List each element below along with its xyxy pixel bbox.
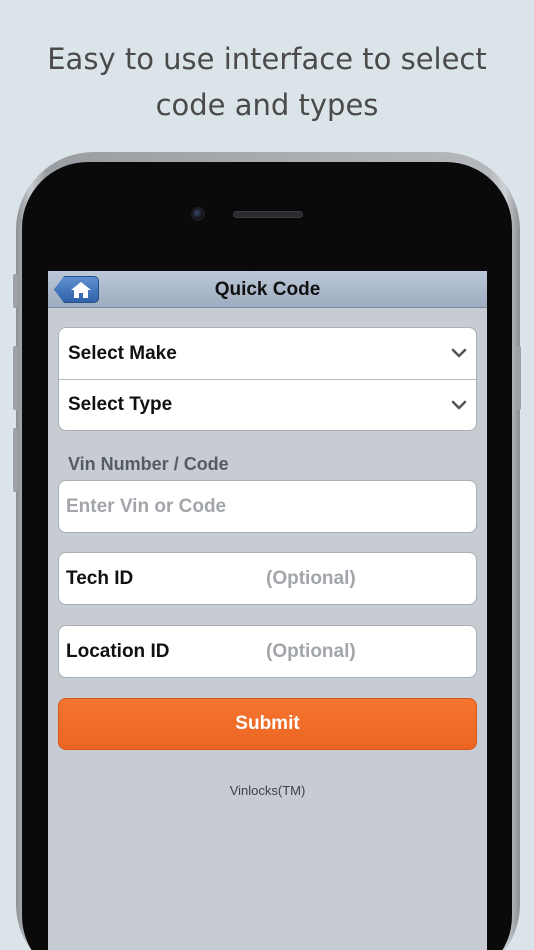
location-id-label: Location ID [66,641,170,662]
vin-section-label: Vin Number / Code [68,454,229,474]
phone-mute-switch [13,274,18,308]
chevron-down-icon [451,348,467,358]
make-type-selector: Select Make Select Type [58,327,477,431]
phone-volume-up [13,346,18,410]
app-screen: Quick Code Select Make Select Type Vin N… [48,271,487,950]
submit-button[interactable]: Submit [58,698,477,750]
tech-id-label: Tech ID [66,568,134,589]
phone-power-button [516,346,521,410]
navigation-bar: Quick Code [48,271,487,308]
earpiece-speaker [233,211,303,218]
home-icon [71,282,91,298]
tech-id-input[interactable] [259,553,487,604]
location-id-field: Location ID [58,625,487,678]
promo-line-2: code and types [155,88,379,122]
vin-field-container [58,480,477,533]
select-type-dropdown[interactable]: Select Type [59,379,476,430]
select-make-label: Select Make [68,342,177,364]
chevron-down-icon [451,400,467,410]
footer-trademark: Vinlocks(TM) [229,783,306,798]
tech-id-field: Tech ID [58,552,487,605]
page-title: Quick Code [214,279,321,300]
promo-line-1: Easy to use interface to select [47,42,487,76]
promo-headline: Easy to use interface to select code and… [0,36,534,128]
select-make-dropdown[interactable]: Select Make [59,328,476,379]
phone-volume-down [13,428,18,492]
vin-input[interactable] [59,481,476,532]
location-id-input[interactable] [259,626,487,677]
front-camera [191,207,205,221]
select-type-label: Select Type [68,394,173,415]
